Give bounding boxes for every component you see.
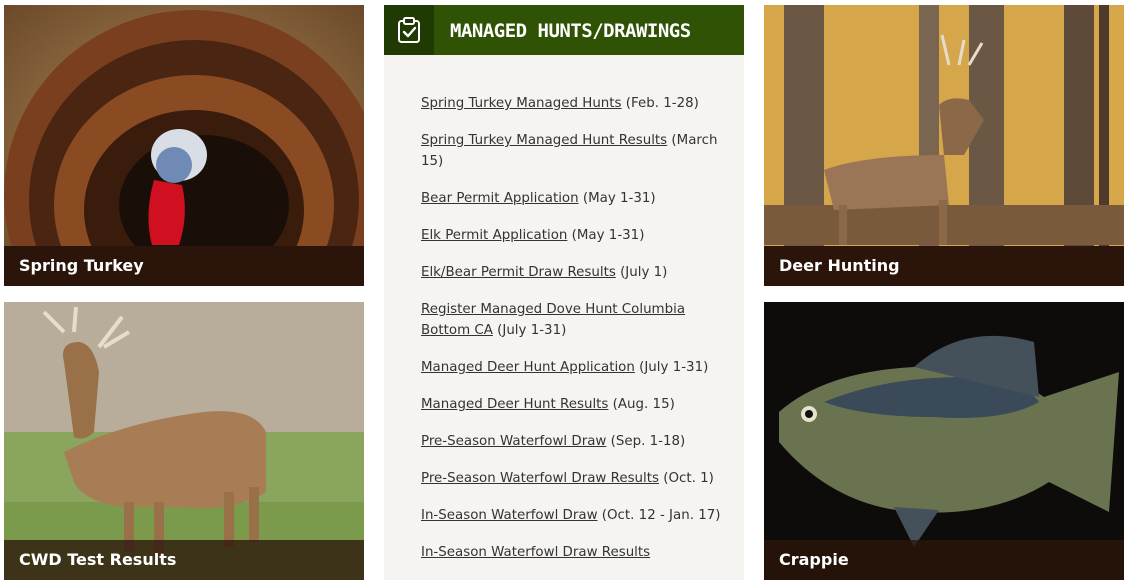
tile-crappie[interactable]: Crappie bbox=[764, 302, 1124, 580]
hunt-date: (May 1-31) bbox=[567, 228, 645, 243]
tile-caption: Spring Turkey bbox=[4, 246, 364, 286]
panel-title: MANAGED HUNTS/DRAWINGS bbox=[450, 20, 691, 42]
hunt-link[interactable]: Bear Permit Application bbox=[421, 191, 579, 206]
hunt-link[interactable]: Spring Turkey Managed Hunts bbox=[421, 96, 622, 111]
panel-icon-box bbox=[384, 5, 434, 55]
list-item: Spring Turkey Managed Hunt Results (Marc… bbox=[421, 130, 721, 172]
crappie-fish-photo bbox=[764, 302, 1124, 580]
hunt-date: (July 1-31) bbox=[492, 323, 567, 338]
list-item: Spring Turkey Managed Hunts (Feb. 1-28) bbox=[421, 93, 721, 114]
hunt-date: (May 1-31) bbox=[578, 191, 656, 206]
panel-header: MANAGED HUNTS/DRAWINGS bbox=[384, 5, 744, 55]
hunt-date: (Feb. 1-28) bbox=[621, 96, 699, 111]
list-item: Elk Permit Application (May 1-31) bbox=[421, 225, 721, 246]
turkey-photo bbox=[4, 5, 364, 286]
hunt-link[interactable]: Spring Turkey Managed Hunt Results bbox=[421, 133, 667, 148]
list-item: Bear Permit Application (May 1-31) bbox=[421, 188, 721, 209]
list-item: Managed Deer Hunt Results (Aug. 15) bbox=[421, 394, 721, 415]
hunt-link[interactable]: Elk Permit Application bbox=[421, 228, 567, 243]
hunt-list: Spring Turkey Managed Hunts (Feb. 1-28) S… bbox=[421, 93, 721, 579]
clipboard-check-icon bbox=[398, 17, 420, 43]
hunt-link[interactable]: In-Season Waterfowl Draw Results bbox=[421, 545, 650, 560]
tile-caption: Crappie bbox=[764, 540, 1124, 580]
tile-cwd-test-results[interactable]: CWD Test Results bbox=[4, 302, 364, 580]
hunt-link[interactable]: In-Season Waterfowl Draw bbox=[421, 508, 598, 523]
hunt-date: (July 1-31) bbox=[634, 360, 709, 375]
hunt-link[interactable]: Managed Deer Hunt Application bbox=[421, 360, 635, 375]
hunt-link[interactable]: Managed Deer Hunt Results bbox=[421, 397, 608, 412]
hunt-link[interactable]: Pre-Season Waterfowl Draw Results bbox=[421, 471, 659, 486]
list-item: Register Managed Dove Hunt Columbia Bott… bbox=[421, 299, 721, 341]
deer-doe-photo bbox=[4, 302, 364, 580]
tile-spring-turkey[interactable]: Spring Turkey bbox=[4, 5, 364, 286]
hunt-link[interactable]: Elk/Bear Permit Draw Results bbox=[421, 265, 616, 280]
list-item: Pre-Season Waterfowl Draw Results (Oct. … bbox=[421, 468, 721, 489]
hunt-date: (Oct. 1) bbox=[658, 471, 714, 486]
buck-forest-photo bbox=[764, 5, 1124, 286]
tile-caption: CWD Test Results bbox=[4, 540, 364, 580]
tile-deer-hunting[interactable]: Deer Hunting bbox=[764, 5, 1124, 286]
hunt-date: (Oct. 12 - Jan. 17) bbox=[597, 508, 721, 523]
hunt-date: (July 1) bbox=[615, 265, 668, 280]
managed-hunts-panel: MANAGED HUNTS/DRAWINGS Spring Turkey Man… bbox=[384, 5, 744, 580]
hunt-link[interactable]: Pre-Season Waterfowl Draw bbox=[421, 434, 606, 449]
list-item: Managed Deer Hunt Application (July 1-31… bbox=[421, 357, 721, 378]
list-item: In-Season Waterfowl Draw (Oct. 12 - Jan.… bbox=[421, 505, 721, 526]
list-item: In-Season Waterfowl Draw Results bbox=[421, 542, 721, 563]
list-item: Pre-Season Waterfowl Draw (Sep. 1-18) bbox=[421, 431, 721, 452]
hunt-date: (Aug. 15) bbox=[608, 397, 675, 412]
list-item: Elk/Bear Permit Draw Results (July 1) bbox=[421, 262, 721, 283]
tile-caption: Deer Hunting bbox=[764, 246, 1124, 286]
hunt-date: (Sep. 1-18) bbox=[606, 434, 686, 449]
